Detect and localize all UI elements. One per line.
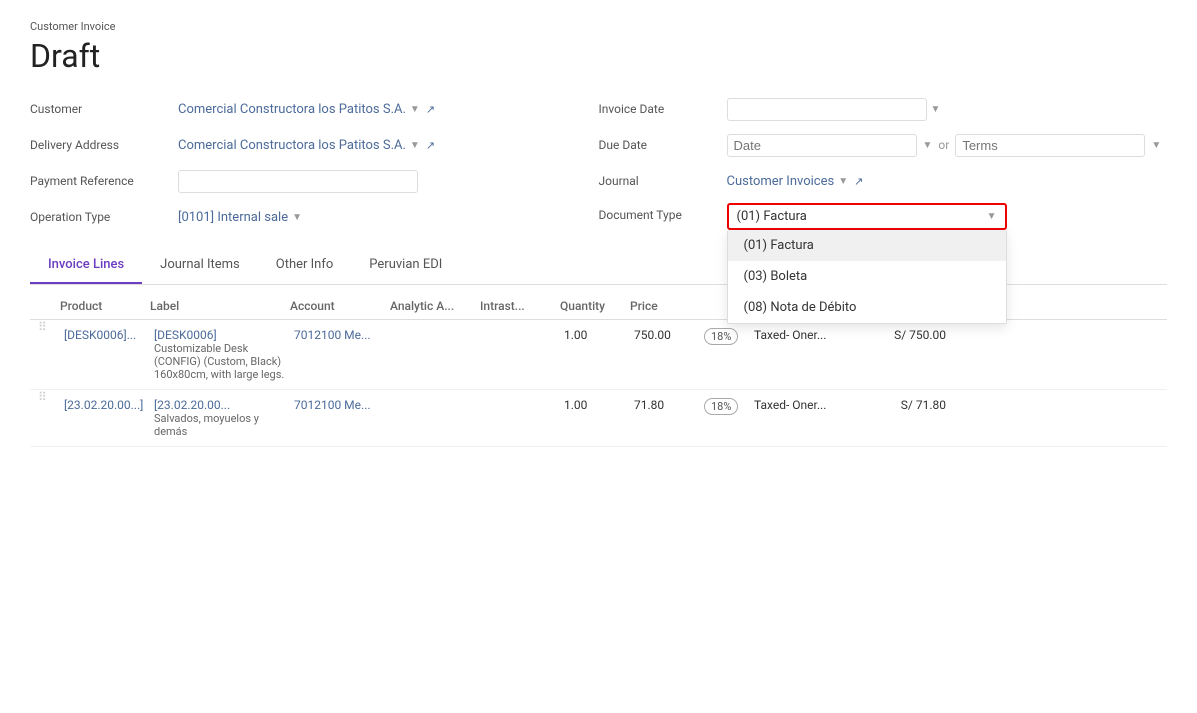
row1-analytic <box>390 326 480 330</box>
row2-product[interactable]: [23.02.20.00...] <box>60 396 150 414</box>
row1-intrastat <box>480 326 560 330</box>
row2-subtotal: S/ 71.80 <box>860 396 950 414</box>
dropdown-option-boleta[interactable]: (03) Boleta <box>728 261 1006 292</box>
due-date-label: Due Date <box>599 138 719 152</box>
delivery-label: Delivery Address <box>30 138 170 152</box>
journal-label: Journal <box>599 174 719 188</box>
journal-external-link[interactable]: ↗ <box>854 175 863 188</box>
payment-ref-input[interactable] <box>178 170 418 193</box>
invoice-date-input[interactable] <box>727 98 927 121</box>
col-quantity: Quantity <box>560 299 630 313</box>
row1-account[interactable]: 7012100 Me... <box>290 326 390 344</box>
invoice-date-dropdown-arrow[interactable]: ▼ <box>931 104 941 115</box>
row2-price: 71.80 <box>630 396 700 414</box>
row2-analytic <box>390 396 480 400</box>
col-analytic: Analytic A... <box>390 299 480 313</box>
row2-label-main: [23.02.20.00... <box>154 398 286 412</box>
row1-price: 750.00 <box>630 326 700 344</box>
row2-tax-label: Taxed- Oner... <box>750 396 860 414</box>
customer-dropdown-arrow[interactable]: ▼ <box>410 104 420 115</box>
col-account: Account <box>290 299 390 313</box>
row1-quantity: 1.00 <box>560 326 630 344</box>
doc-type-dropdown-arrow[interactable]: ▼ <box>987 211 997 222</box>
table-row: ⠿ [DESK0006]... [DESK0006] Customizable … <box>30 320 1167 390</box>
row1-tax-label: Taxed- Oner... <box>750 326 860 344</box>
customer-label: Customer <box>30 102 170 116</box>
col-label: Label <box>150 299 290 313</box>
delivery-external-link[interactable]: ↗ <box>426 139 435 152</box>
dropdown-option-factura[interactable]: (01) Factura <box>728 230 1006 261</box>
row1-label-main: [DESK0006] <box>154 328 286 342</box>
table-row-1-cells: [DESK0006]... [DESK0006] Customizable De… <box>30 320 1167 389</box>
invoice-date-label: Invoice Date <box>599 102 719 116</box>
drag-handle-1[interactable]: ⠿ <box>38 320 47 334</box>
tab-invoice-lines[interactable]: Invoice Lines <box>30 247 142 284</box>
page-subtitle: Customer Invoice <box>30 20 1167 33</box>
customer-value: Comercial Constructora los Patitos S.A. <box>178 102 406 117</box>
operation-type-label: Operation Type <box>30 210 170 224</box>
journal-dropdown-arrow[interactable]: ▼ <box>838 176 848 187</box>
row1-label: [DESK0006] Customizable Desk (CONFIG) (C… <box>150 326 290 383</box>
doc-type-value: (01) Factura <box>737 209 807 224</box>
due-date-dropdown-arrow[interactable]: ▼ <box>923 140 933 151</box>
col-product: Product <box>60 299 150 313</box>
row1-product[interactable]: [DESK0006]... <box>60 326 150 344</box>
doc-type-label: Document Type <box>599 203 719 222</box>
row2-tax-badge: 18% <box>700 396 750 417</box>
journal-value: Customer Invoices <box>727 174 835 189</box>
row2-label-desc: Salvados, moyuelos y demás <box>154 412 286 438</box>
row2-label: [23.02.20.00... Salvados, moyuelos y dem… <box>150 396 290 440</box>
row1-label-desc: Customizable Desk (CONFIG) (Custom, Blac… <box>154 342 286 381</box>
table-row: ⠿ [23.02.20.00...] [23.02.20.00... Salva… <box>30 390 1167 447</box>
col-intrastat: Intrast... <box>480 299 560 313</box>
tab-peruvian-edi[interactable]: Peruvian EDI <box>351 247 460 284</box>
or-text: or <box>938 138 949 152</box>
tab-other-info[interactable]: Other Info <box>258 247 352 284</box>
delivery-dropdown-arrow[interactable]: ▼ <box>410 140 420 151</box>
terms-dropdown-arrow[interactable]: ▼ <box>1151 140 1161 151</box>
operation-type-value: [0101] Internal sale <box>178 210 288 225</box>
dropdown-option-nota-debito[interactable]: (08) Nota de Débito <box>728 292 1006 323</box>
row2-account[interactable]: 7012100 Me... <box>290 396 390 414</box>
delivery-value: Comercial Constructora los Patitos S.A. <box>178 138 406 153</box>
table-row-2-cells: [23.02.20.00...] [23.02.20.00... Salvado… <box>30 390 1167 446</box>
col-price: Price <box>630 299 700 313</box>
payment-ref-label: Payment Reference <box>30 174 170 188</box>
page-title: Draft <box>30 37 1167 75</box>
doc-type-dropdown-menu: (01) Factura (03) Boleta (08) Nota de Dé… <box>727 230 1007 324</box>
operation-type-dropdown-arrow[interactable]: ▼ <box>292 212 302 223</box>
terms-input[interactable] <box>955 134 1145 157</box>
row1-tax-badge: 18% <box>700 326 750 347</box>
row2-quantity: 1.00 <box>560 396 630 414</box>
due-date-input[interactable] <box>727 134 917 157</box>
tab-journal-items[interactable]: Journal Items <box>142 247 258 284</box>
row2-intrastat <box>480 396 560 400</box>
drag-handle-2[interactable]: ⠿ <box>38 390 47 404</box>
doc-type-field[interactable]: (01) Factura ▼ <box>727 203 1007 230</box>
customer-external-link[interactable]: ↗ <box>426 103 435 116</box>
row1-subtotal: S/ 750.00 <box>860 326 950 344</box>
